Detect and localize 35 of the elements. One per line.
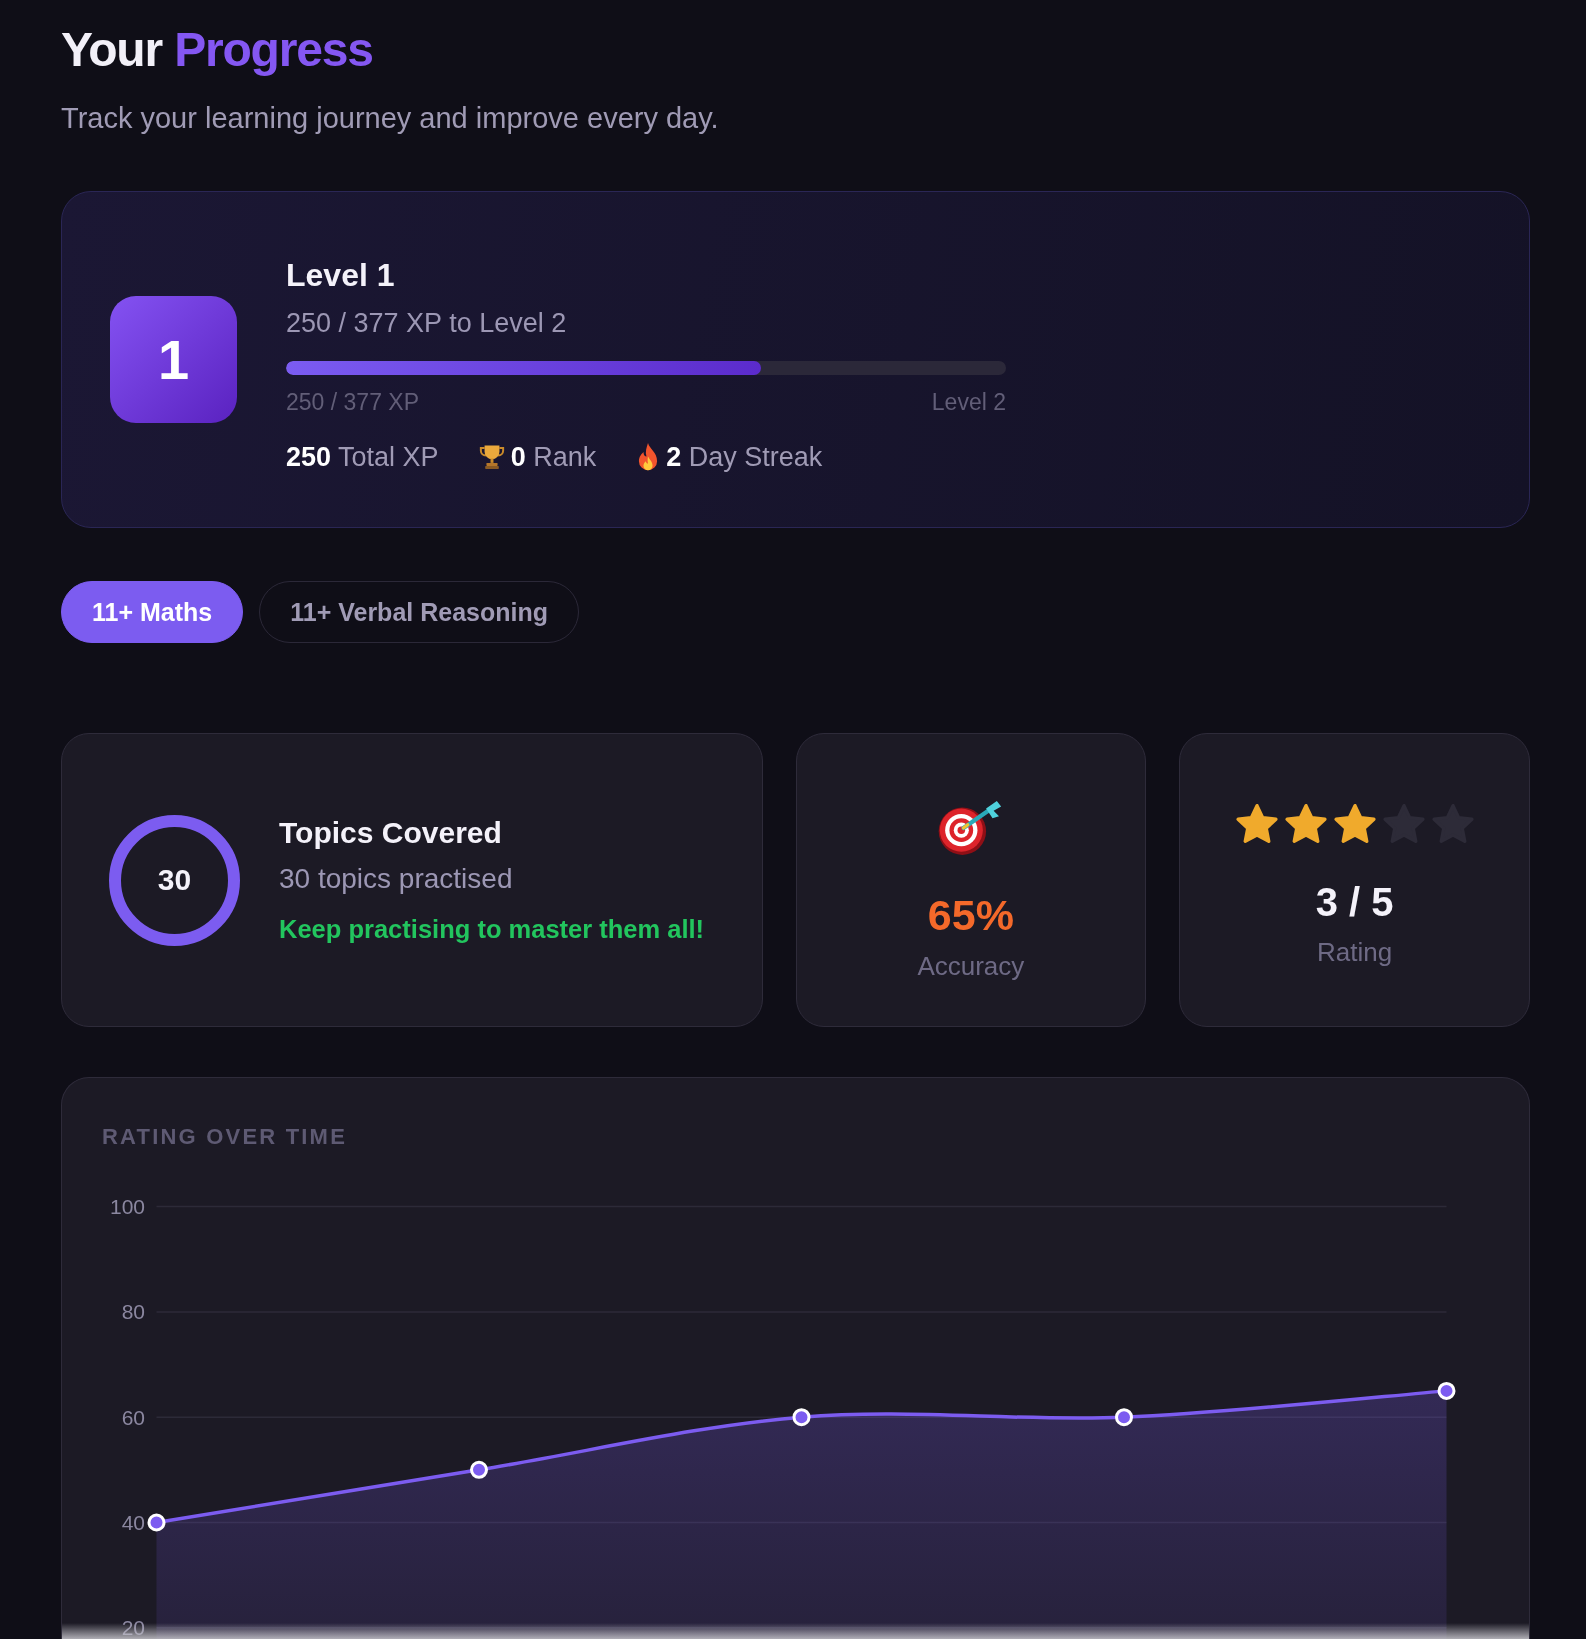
stat-text: 2 Day Streak: [666, 441, 823, 474]
rating-value: 3 / 5: [1315, 879, 1394, 926]
encouragement-text: Keep practising to master them all!: [279, 913, 705, 945]
target-with-dart-icon: [937, 800, 1004, 856]
y-axis-label: 40: [121, 1511, 145, 1534]
data-point: [147, 1513, 166, 1532]
progress-end-label: Level 2: [931, 388, 1006, 417]
card-label: Rating: [1317, 936, 1393, 969]
trophy-icon: [478, 444, 505, 470]
data-point: [792, 1408, 811, 1427]
level-title: Level 1: [286, 256, 395, 295]
data-point: [470, 1460, 488, 1479]
xp-summary: 250 / 377 XP to Level 2: [286, 307, 567, 340]
accuracy-value: 65%: [927, 890, 1014, 940]
chart-title: RATING OVER TIME: [102, 1123, 348, 1151]
level-badge: 1: [110, 296, 237, 423]
star-icon: [1235, 803, 1278, 845]
data-point: [1437, 1381, 1456, 1400]
card-label: Accuracy: [917, 950, 1025, 983]
page-title: Your Progress: [61, 22, 373, 77]
stat-text: 250 Total XP: [286, 441, 439, 474]
page-subtitle: Track your learning journey and improve every day.: [61, 101, 719, 136]
subject-tab[interactable]: 11+ Maths: [61, 581, 244, 643]
card-title: Topics Covered: [279, 814, 502, 851]
y-axis-label: 100: [109, 1195, 145, 1219]
data-point: [1115, 1408, 1133, 1427]
card-detail: 30 topics practised: [279, 861, 513, 896]
y-axis-label: 80: [121, 1300, 145, 1324]
y-axis-label: 60: [121, 1405, 145, 1429]
progress-start-label: 250 / 377 XP: [286, 388, 419, 417]
star-icon: [1333, 803, 1376, 845]
stat-text: 0 Rank: [510, 441, 597, 474]
y-axis-label: 20: [121, 1616, 145, 1639]
star-icon: [1284, 803, 1327, 845]
count-ring: 30: [109, 814, 240, 946]
